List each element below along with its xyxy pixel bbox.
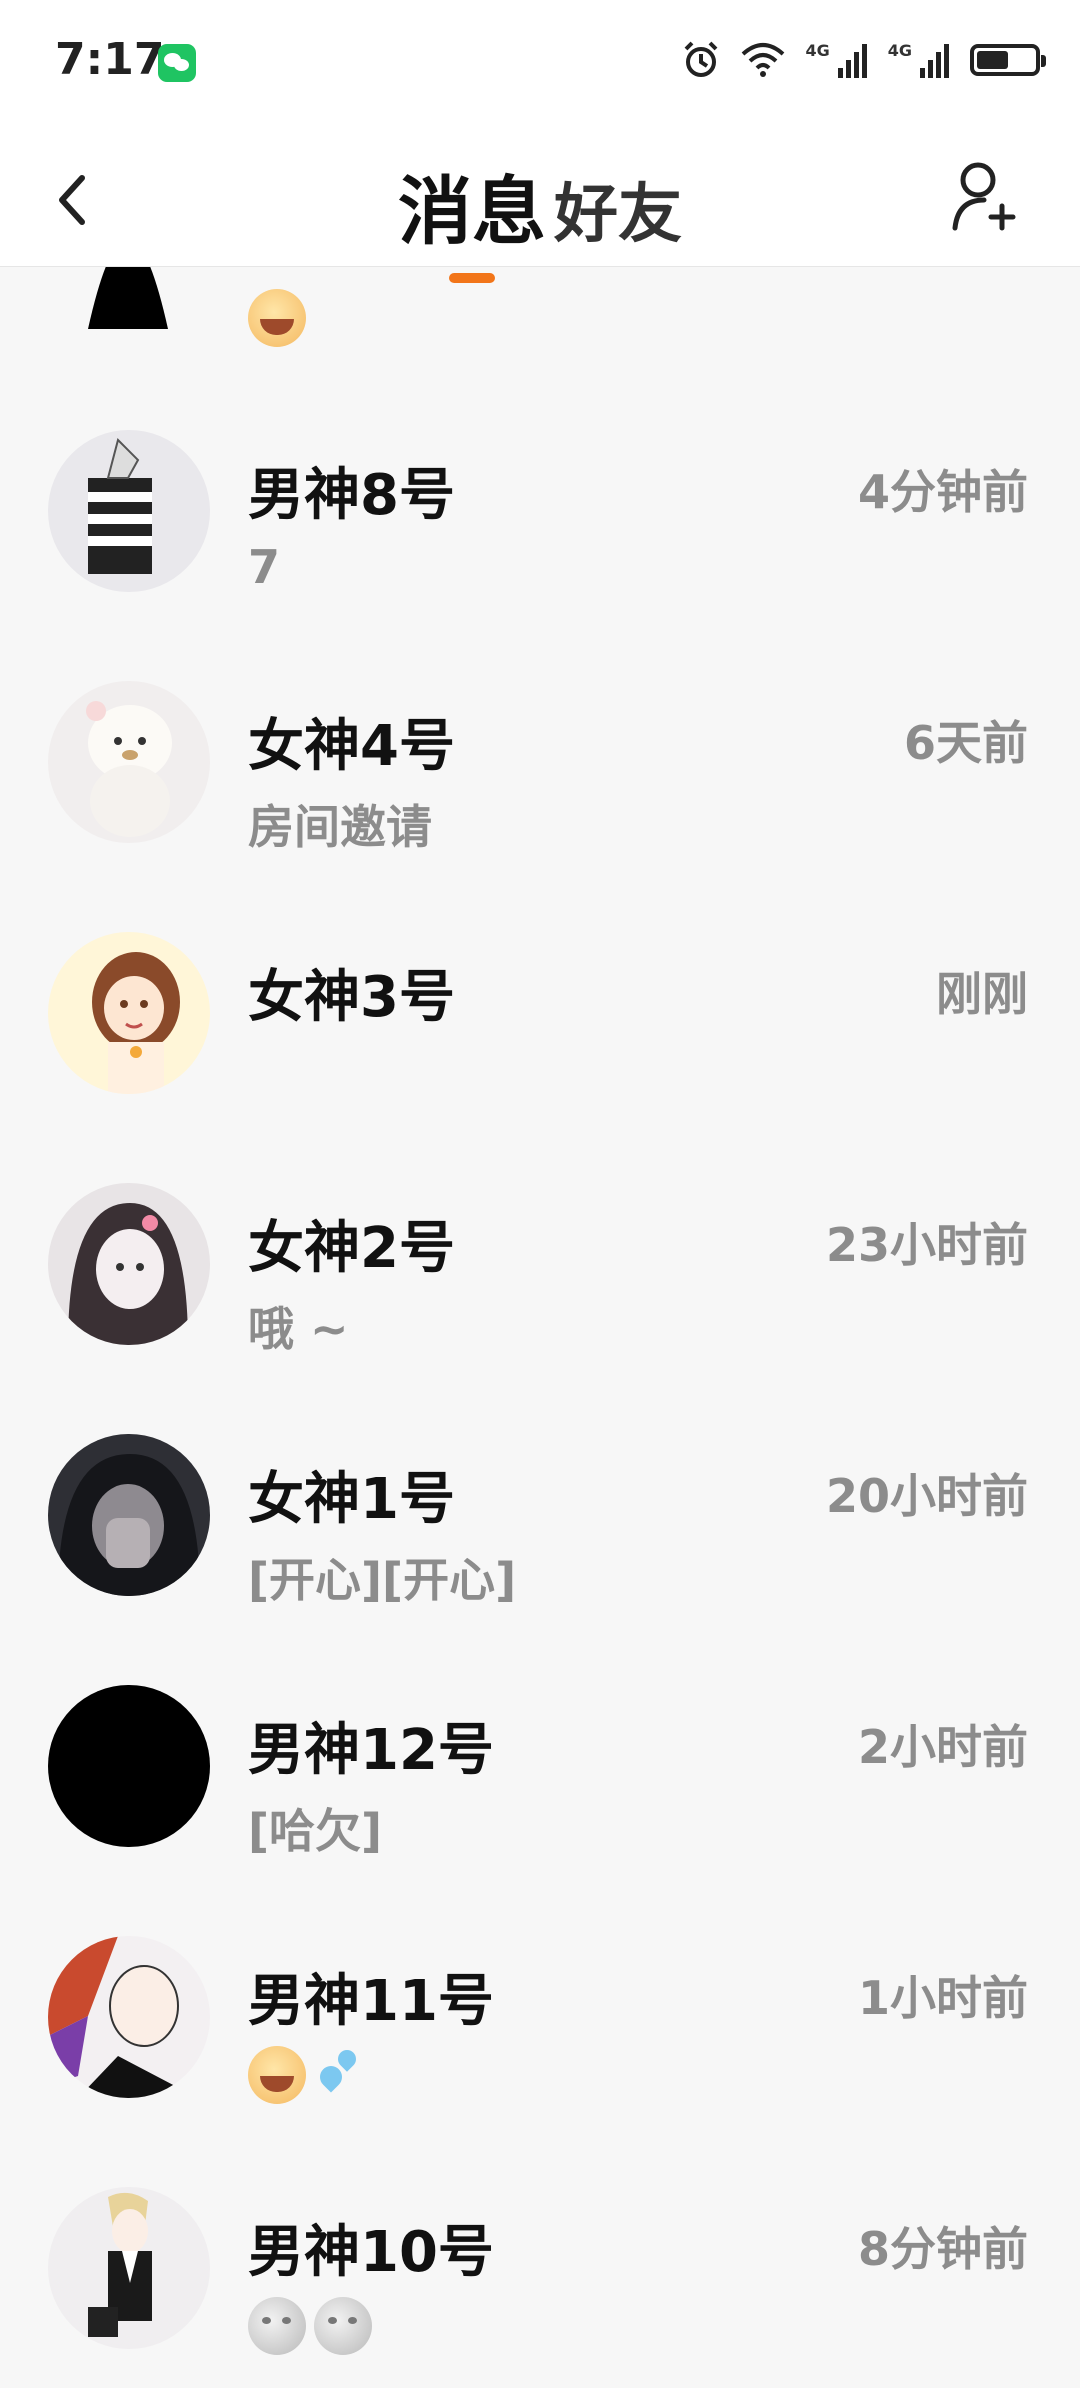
- avatar: [48, 1936, 210, 2098]
- conversation-item[interactable]: 男神11号 1小时前: [0, 1936, 1080, 2187]
- avatar: [48, 1434, 210, 1596]
- avatar: [48, 681, 210, 843]
- avatar: [48, 1685, 210, 1847]
- message-preview: [248, 2297, 372, 2355]
- nav-tabs: 消息 好友: [0, 152, 1080, 259]
- avatar-image: [88, 267, 168, 329]
- message-preview: [哈欠]: [248, 1804, 383, 1858]
- avatar-image: [58, 1454, 200, 1596]
- conversation-item[interactable]: 男神10号 8分钟前: [0, 2187, 1080, 2388]
- avatar-image: [88, 2192, 152, 2337]
- signal-icon: [837, 44, 867, 78]
- message-preview: 房间邀请: [248, 800, 432, 854]
- contact-name: 女神2号: [248, 1216, 455, 1281]
- status-icons: 4G 4G: [681, 40, 1046, 80]
- message-time: 20小时前: [825, 1469, 1028, 1523]
- network-type-label: 4G: [887, 40, 912, 60]
- avatar-image: [88, 438, 152, 574]
- sweat-droplets-icon: [314, 2046, 364, 2104]
- message-time: 2小时前: [857, 1720, 1028, 1774]
- alarm-icon: [685, 41, 718, 77]
- message-preview: [开心][开心]: [248, 1553, 517, 1607]
- nav-bar: 消息 好友: [0, 130, 1080, 267]
- full-moon-face-icon: [314, 2297, 372, 2355]
- message-preview: 7: [248, 540, 281, 594]
- conversation-item[interactable]: [0, 267, 1080, 430]
- message-time: 4分钟前: [857, 465, 1028, 519]
- avatar: [48, 430, 210, 592]
- contact-name: 男神12号: [248, 1718, 494, 1783]
- status-bar: 7:17 4G 4G: [0, 0, 1080, 130]
- avatar-image: [92, 952, 180, 1094]
- message-time: 6天前: [903, 716, 1028, 770]
- conversation-item[interactable]: 男神12号 2小时前 [哈欠]: [0, 1685, 1080, 1936]
- message-preview: 哦 ~: [248, 1302, 349, 1356]
- wifi-icon: [742, 43, 785, 77]
- tab-messages[interactable]: 消息: [398, 152, 546, 259]
- signal-icon: [920, 44, 949, 78]
- conversation-item[interactable]: 女神3号 刚刚: [0, 932, 1080, 1183]
- conversation-list[interactable]: 男神8号 4分钟前 7 女神4号 6天前 房间邀请 女神3号 刚刚 女神2号 2…: [0, 267, 1080, 2388]
- message-preview: [248, 289, 306, 347]
- contact-name: 女神4号: [248, 714, 455, 779]
- full-moon-face-icon: [248, 2297, 306, 2355]
- avatar: [48, 267, 210, 341]
- status-time: 7:17: [55, 34, 165, 85]
- grinning-sweat-face-icon: [248, 289, 306, 347]
- laughing-face-icon: [248, 2046, 306, 2104]
- conversation-item[interactable]: 女神1号 20小时前 [开心][开心]: [0, 1434, 1080, 1685]
- contact-name: 男神11号: [248, 1969, 494, 2034]
- message-preview: [248, 2046, 364, 2104]
- avatar-image: [86, 701, 172, 837]
- tab-friends[interactable]: 好友: [554, 163, 682, 259]
- network-type-label: 4G: [805, 40, 830, 60]
- avatar: [48, 932, 210, 1094]
- avatar: [48, 2187, 210, 2349]
- contact-name: 女神1号: [248, 1467, 455, 1532]
- conversation-item[interactable]: 男神8号 4分钟前 7: [0, 430, 1080, 681]
- conversation-item[interactable]: 女神2号 23小时前 哦 ~: [0, 1183, 1080, 1434]
- message-time: 刚刚: [936, 967, 1028, 1021]
- contact-name: 女神3号: [248, 965, 455, 1030]
- avatar-image: [48, 1936, 198, 2098]
- contact-name: 男神8号: [248, 463, 455, 528]
- message-time: 8分钟前: [857, 2222, 1028, 2276]
- add-friend-icon[interactable]: [950, 158, 1020, 234]
- wechat-notification-icon: [158, 44, 196, 82]
- battery-level: [977, 51, 1008, 69]
- battery-icon: [970, 44, 1046, 76]
- message-time: 1小时前: [857, 1971, 1028, 2025]
- message-time: 23小时前: [825, 1218, 1028, 1272]
- conversation-item[interactable]: 女神4号 6天前 房间邀请: [0, 681, 1080, 932]
- avatar-image: [68, 1203, 188, 1345]
- avatar: [48, 1183, 210, 1345]
- contact-name: 男神10号: [248, 2220, 494, 2285]
